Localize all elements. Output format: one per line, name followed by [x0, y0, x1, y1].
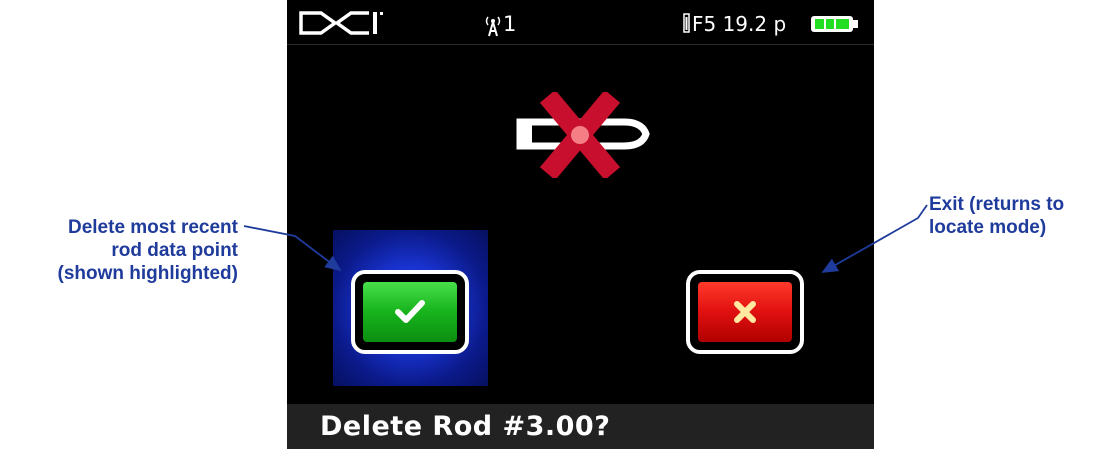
- callout-left-arrow: [243, 225, 342, 272]
- callout-right-arrow: [821, 204, 928, 273]
- callout-arrows: [243, 204, 928, 273]
